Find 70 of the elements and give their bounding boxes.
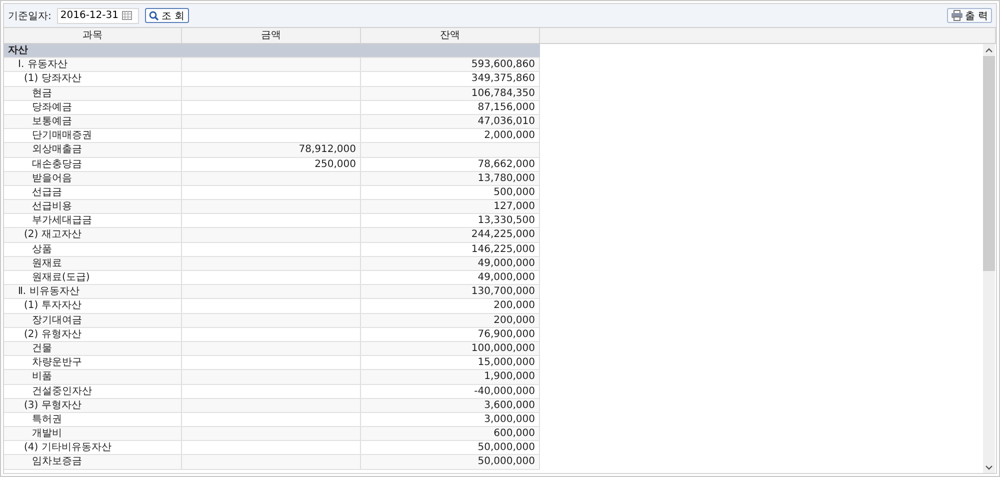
search-icon: [149, 10, 160, 20]
balance-cell: 3,000,000: [361, 412, 540, 426]
balance-cell: 1,900,000: [361, 370, 540, 384]
print-button[interactable]: 출 력: [946, 8, 992, 23]
account-name: 원재료(도급): [4, 271, 182, 284]
balance-cell: 78,662,000: [361, 158, 540, 171]
balance-cell: 13,330,500: [361, 214, 540, 228]
account-name: 비품: [4, 370, 182, 384]
account-name: 특허권: [4, 412, 182, 426]
account-name: (1) 당좌자산: [4, 72, 182, 86]
account-name: 개발비: [4, 427, 182, 440]
balance-cell: 130,700,000: [361, 285, 540, 298]
column-header: 금액: [182, 28, 361, 43]
account-name: 상품: [4, 242, 182, 256]
balance-cell: 3,600,000: [361, 398, 540, 412]
date-label: 기준일자:: [8, 10, 52, 22]
balance-cell: 127,000: [361, 200, 540, 214]
account-name: 건물: [4, 342, 182, 356]
column-header: 과목: [4, 28, 182, 43]
account-name: 현금: [4, 86, 182, 100]
balance-cell: 50,000,000: [361, 455, 540, 469]
balance-cell: 106,784,350: [361, 86, 540, 100]
group-label: 자산: [4, 44, 182, 58]
account-name: (2) 재고자산: [4, 228, 182, 242]
balance-cell: 49,000,000: [361, 256, 540, 270]
calendar-icon[interactable]: [122, 11, 132, 20]
account-name: 차량운반구: [4, 356, 182, 370]
balance-cell: 13,780,000: [361, 172, 540, 185]
account-name: 선급금: [4, 186, 182, 200]
balance-cell: 200,000: [361, 299, 540, 313]
balance-cell: 100,000,000: [361, 342, 540, 356]
account-name: 임차보증금: [4, 455, 182, 469]
balance-cell: 244,225,000: [361, 228, 540, 242]
balance-cell: 146,225,000: [361, 242, 540, 256]
search-button[interactable]: 조 회: [145, 8, 189, 23]
account-name: (4) 기타비유동자산: [4, 441, 182, 454]
balance-cell: 76,900,000: [361, 328, 540, 341]
date-field[interactable]: 2016-12-31: [57, 8, 140, 24]
account-name: 건설중인자산: [4, 384, 182, 398]
balance-cell: 87,156,000: [361, 100, 540, 114]
account-name: (2) 유형자산: [4, 328, 182, 341]
balance-cell: 500,000: [361, 186, 540, 200]
account-name: 받을어음: [4, 172, 182, 185]
balance-cell: 593,600,860: [361, 58, 540, 72]
account-name: 부가세대급금: [4, 214, 182, 228]
account-name: 외상매출금: [4, 143, 182, 156]
account-name: 대손충당금: [4, 158, 182, 171]
account-name: 원재료: [4, 256, 182, 270]
account-name: 선급비용: [4, 200, 182, 214]
balance-cell: 600,000: [361, 427, 540, 440]
balance-cell: 50,000,000: [361, 441, 540, 454]
account-name: 장기대여금: [4, 314, 182, 327]
balance-cell: 2,000,000: [361, 129, 540, 142]
account-name: (1) 투자자산: [4, 299, 182, 313]
balance-cell: 200,000: [361, 314, 540, 327]
balance-cell: 15,000,000: [361, 356, 540, 370]
balance-cell: -40,000,000: [361, 384, 540, 398]
account-name: 단기매매증권: [4, 129, 182, 142]
printer-icon: [950, 10, 963, 21]
amount-cell: 250,000: [182, 158, 361, 171]
balance-cell: 349,375,860: [361, 72, 540, 86]
account-name: Ⅱ. 비유동자산: [4, 285, 182, 298]
balance-cell: 47,036,010: [361, 114, 540, 128]
account-name: Ⅰ. 유동자산: [4, 58, 182, 72]
amount-cell: 78,912,000: [182, 143, 361, 156]
account-name: (3) 무형자산: [4, 398, 182, 412]
balance-cell: 49,000,000: [361, 271, 540, 284]
column-header: 잔액: [361, 28, 540, 43]
account-name: 보통예금: [4, 114, 182, 128]
account-name: 당좌예금: [4, 100, 182, 114]
